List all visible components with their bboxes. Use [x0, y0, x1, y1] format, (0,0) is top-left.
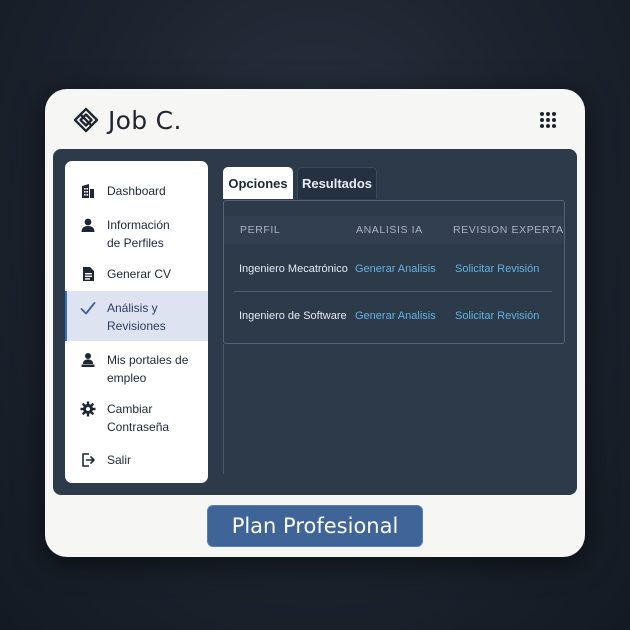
column-header-ai-analysis: ANALISIS IA [356, 224, 423, 236]
sidebar: Dashboard Información de Perfiles Genera… [65, 161, 208, 483]
document-icon [83, 267, 94, 281]
sidebar-item-label: Información de Perfiles [107, 218, 170, 250]
sidebar-item-label: Dashboard [107, 184, 166, 198]
row-divider [234, 291, 552, 292]
generate-analysis-link[interactable]: Generar Analisis [355, 249, 436, 289]
plan-profesional-button[interactable]: Plan Profesional [207, 505, 423, 547]
gear-icon [80, 401, 96, 417]
sidebar-item-label: Cambiar Contraseña [107, 402, 170, 434]
sidebar-item-logout[interactable]: Salir [65, 451, 208, 469]
checkmark-icon [80, 302, 96, 315]
column-header-profile: PERFIL [240, 224, 281, 236]
building-icon [82, 184, 94, 198]
generate-analysis-link[interactable]: Generar Analisis [355, 296, 436, 336]
person-desk-icon [81, 353, 95, 367]
profiles-table: PERFIL ANALISIS IA REVISION EXPERTA Inge… [223, 200, 565, 344]
brand[interactable]: Job C. [73, 103, 182, 137]
sidebar-item-label: Análisis y Revisiones [107, 301, 166, 333]
sidebar-item-change-password[interactable]: Cambiar Contraseña [65, 400, 208, 436]
profile-name: Ingeniero Mecatrónico [239, 263, 348, 275]
tab-options[interactable]: Opciones [223, 167, 293, 199]
tab-results[interactable]: Resultados [297, 167, 377, 199]
table-header: PERFIL ANALISIS IA REVISION EXPERTA [224, 216, 564, 244]
sidebar-item-label: Mis portales de empleo [107, 353, 189, 385]
sidebar-item-analysis[interactable]: Análisis y Revisiones [65, 291, 208, 341]
grid-dots-icon[interactable] [539, 111, 557, 129]
sidebar-item-job-portals[interactable]: Mis portales de empleo [65, 351, 208, 387]
sidebar-item-generate-cv[interactable]: Generar CV [65, 265, 208, 283]
request-review-link[interactable]: Solicitar Revisión [455, 249, 539, 289]
diamond-knot-icon [73, 107, 99, 133]
table-row: Ingeniero de Software Generar Analisis S… [224, 296, 564, 336]
request-review-link[interactable]: Solicitar Revisión [455, 296, 539, 336]
sidebar-item-profiles[interactable]: Información de Perfiles [65, 216, 208, 252]
user-icon [81, 218, 95, 232]
app-window: Job C. Dashboard Información de Perfiles… [45, 89, 585, 557]
profile-name: Ingeniero de Software [239, 310, 347, 322]
content-divider [223, 344, 224, 474]
main-panel: Dashboard Información de Perfiles Genera… [53, 149, 577, 495]
logout-icon [82, 453, 95, 467]
sidebar-item-label: Generar CV [107, 267, 172, 281]
brand-name: Job C. [108, 105, 182, 135]
sidebar-item-dashboard[interactable]: Dashboard [65, 182, 208, 200]
table-row: Ingeniero Mecatrónico Generar Analisis S… [224, 249, 564, 289]
sidebar-item-label: Salir [107, 453, 132, 467]
column-header-expert-review: REVISION EXPERTA [453, 224, 564, 236]
